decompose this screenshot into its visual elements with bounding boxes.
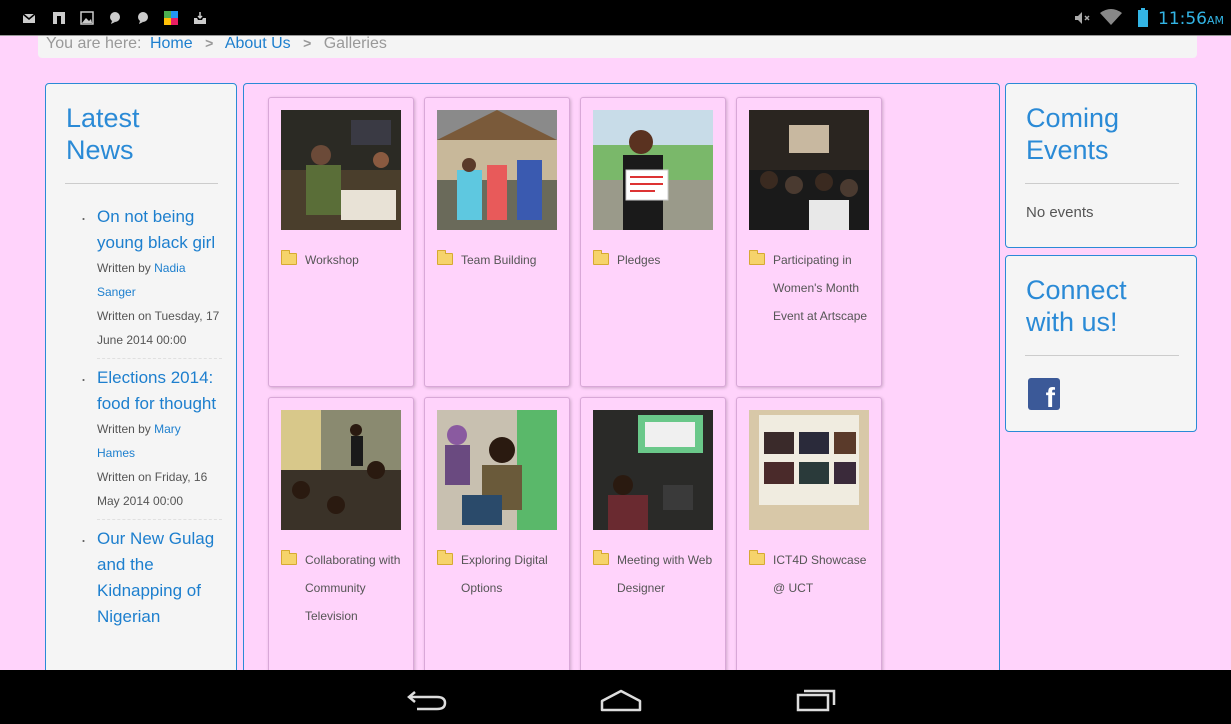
gallery-card[interactable]: Participating in Women's Month Event at … <box>736 97 882 387</box>
breadcrumb-home-link[interactable]: Home <box>150 36 193 52</box>
gallery-card[interactable]: Team Building <box>424 97 570 387</box>
gallery-card-label: Meeting with Web Designer <box>593 546 723 602</box>
gallery-card-title: Collaborating with Community Television <box>305 553 401 623</box>
coming-events-title: Coming Events <box>1026 102 1119 166</box>
coming-events-title-line1: Coming <box>1026 103 1120 133</box>
gallery-grid: Workshop Team Building Pledges Participa… <box>243 83 1000 683</box>
gallery-card-label: Workshop <box>281 246 411 274</box>
community-tv-photo <box>281 410 401 530</box>
home-icon[interactable] <box>598 688 644 712</box>
folder-icon <box>281 250 297 265</box>
wifi-icon <box>1100 9 1122 25</box>
latest-news-panel: Latest News On not being young black gir… <box>45 83 237 703</box>
pledges-photo <box>593 110 713 230</box>
news-list: On not being young black girl Written by… <box>81 204 222 642</box>
gallery-card[interactable]: Exploring Digital Options <box>424 397 570 682</box>
written-by-label: Written by <box>97 422 151 436</box>
status-bar: 11:56AM <box>0 0 1231 36</box>
news-date: Written on Tuesday, 17 June 2014 00:00 <box>97 309 220 347</box>
gallery-card[interactable]: Pledges <box>580 97 726 387</box>
news-article-link[interactable]: On not being young black girl <box>97 204 222 256</box>
gmail-icon <box>22 13 36 23</box>
news-article-link[interactable]: Our New Gulag and the Kidnapping of Nige… <box>97 526 222 630</box>
connect-panel: Connect with us! f <box>1005 255 1197 432</box>
folder-icon <box>437 550 453 565</box>
digital-options-photo <box>437 410 557 530</box>
gallery-card-label: Collaborating with Community Television <box>281 546 411 630</box>
recent-apps-icon[interactable] <box>795 686 837 712</box>
folder-icon <box>749 250 765 265</box>
gallery-card-label: ICT4D Showcase @ UCT <box>749 546 879 602</box>
gallery-card-title: Meeting with Web Designer <box>617 553 713 595</box>
gallery-card[interactable]: Workshop <box>268 97 414 387</box>
facebook-icon[interactable]: f <box>1028 378 1060 410</box>
news-author-line: Written by Mary Hames <box>97 417 222 465</box>
web-designer-photo <box>593 410 713 530</box>
latest-news-title-line1: Latest <box>66 103 140 133</box>
womens-month-photo <box>749 110 869 230</box>
gallery-card-label: Exploring Digital Options <box>437 546 567 602</box>
flipboard-icon <box>53 12 65 24</box>
news-article-link[interactable]: Elections 2014: food for thought <box>97 365 222 417</box>
connect-title-line1: Connect <box>1026 275 1127 305</box>
no-events-text: No events <box>1026 204 1094 221</box>
list-item: Our New Gulag and the Kidnapping of Nige… <box>81 526 222 636</box>
folder-icon <box>749 550 765 565</box>
gallery-card-title: Pledges <box>617 253 661 267</box>
breadcrumb-prefix: You are here: <box>46 36 142 52</box>
battery-icon <box>1138 8 1148 27</box>
clock: 11:56AM <box>1158 9 1224 29</box>
back-icon[interactable] <box>405 688 449 712</box>
coming-events-panel: Coming Events No events <box>1005 83 1197 248</box>
latest-news-title-line2: News <box>66 135 134 165</box>
inbox-icon <box>194 12 206 24</box>
news-author-line: Written by Nadia Sanger <box>97 256 222 304</box>
chevron-right-icon: > <box>303 36 312 51</box>
written-by-label: Written by <box>97 261 151 275</box>
team-building-photo <box>437 110 557 230</box>
gallery-card-title: Team Building <box>461 253 537 267</box>
chat-icon <box>138 12 148 24</box>
gallery-card-label: Participating in Women's Month Event at … <box>749 246 879 330</box>
chevron-right-icon: > <box>205 36 214 51</box>
divider <box>65 183 218 184</box>
list-item: Elections 2014: food for thought Written… <box>81 365 222 520</box>
folder-icon <box>281 550 297 565</box>
breadcrumb-current: Galleries <box>323 36 387 52</box>
gallery-card[interactable]: Meeting with Web Designer <box>580 397 726 682</box>
gallery-card-title: Exploring Digital Options <box>461 553 548 595</box>
workshop-photo <box>281 110 401 230</box>
gallery-card-title: Participating in Women's Month Event at … <box>773 253 868 323</box>
navigation-bar <box>0 670 1231 724</box>
news-date: Written on Friday, 16 May 2014 00:00 <box>97 470 208 508</box>
connect-title: Connect with us! <box>1026 274 1127 338</box>
clock-ampm: AM <box>1207 14 1225 27</box>
coming-events-title-line2: Events <box>1026 135 1109 165</box>
mute-icon <box>1075 12 1090 24</box>
breadcrumb-about-link[interactable]: About Us <box>225 36 291 52</box>
ict4d-showcase-photo <box>749 410 869 530</box>
gallery-card[interactable]: ICT4D Showcase @ UCT <box>736 397 882 682</box>
breadcrumb: You are here: Home > About Us > Gallerie… <box>38 36 1197 58</box>
gallery-card-label: Pledges <box>593 246 723 274</box>
divider <box>1025 355 1179 356</box>
app-icon <box>164 11 178 25</box>
list-item: On not being young black girl Written by… <box>81 204 222 359</box>
chat-icon <box>110 12 120 24</box>
folder-icon <box>593 550 609 565</box>
connect-title-line2: with us! <box>1026 307 1118 337</box>
folder-icon <box>593 250 609 265</box>
gallery-icon <box>80 11 94 25</box>
gallery-card-title: ICT4D Showcase @ UCT <box>773 553 867 595</box>
gallery-card[interactable]: Collaborating with Community Television <box>268 397 414 682</box>
clock-time: 11:56 <box>1158 9 1207 29</box>
divider <box>1025 183 1179 184</box>
latest-news-title: Latest News <box>66 102 140 166</box>
folder-icon <box>437 250 453 265</box>
gallery-card-title: Workshop <box>305 253 359 267</box>
gallery-card-label: Team Building <box>437 246 567 274</box>
